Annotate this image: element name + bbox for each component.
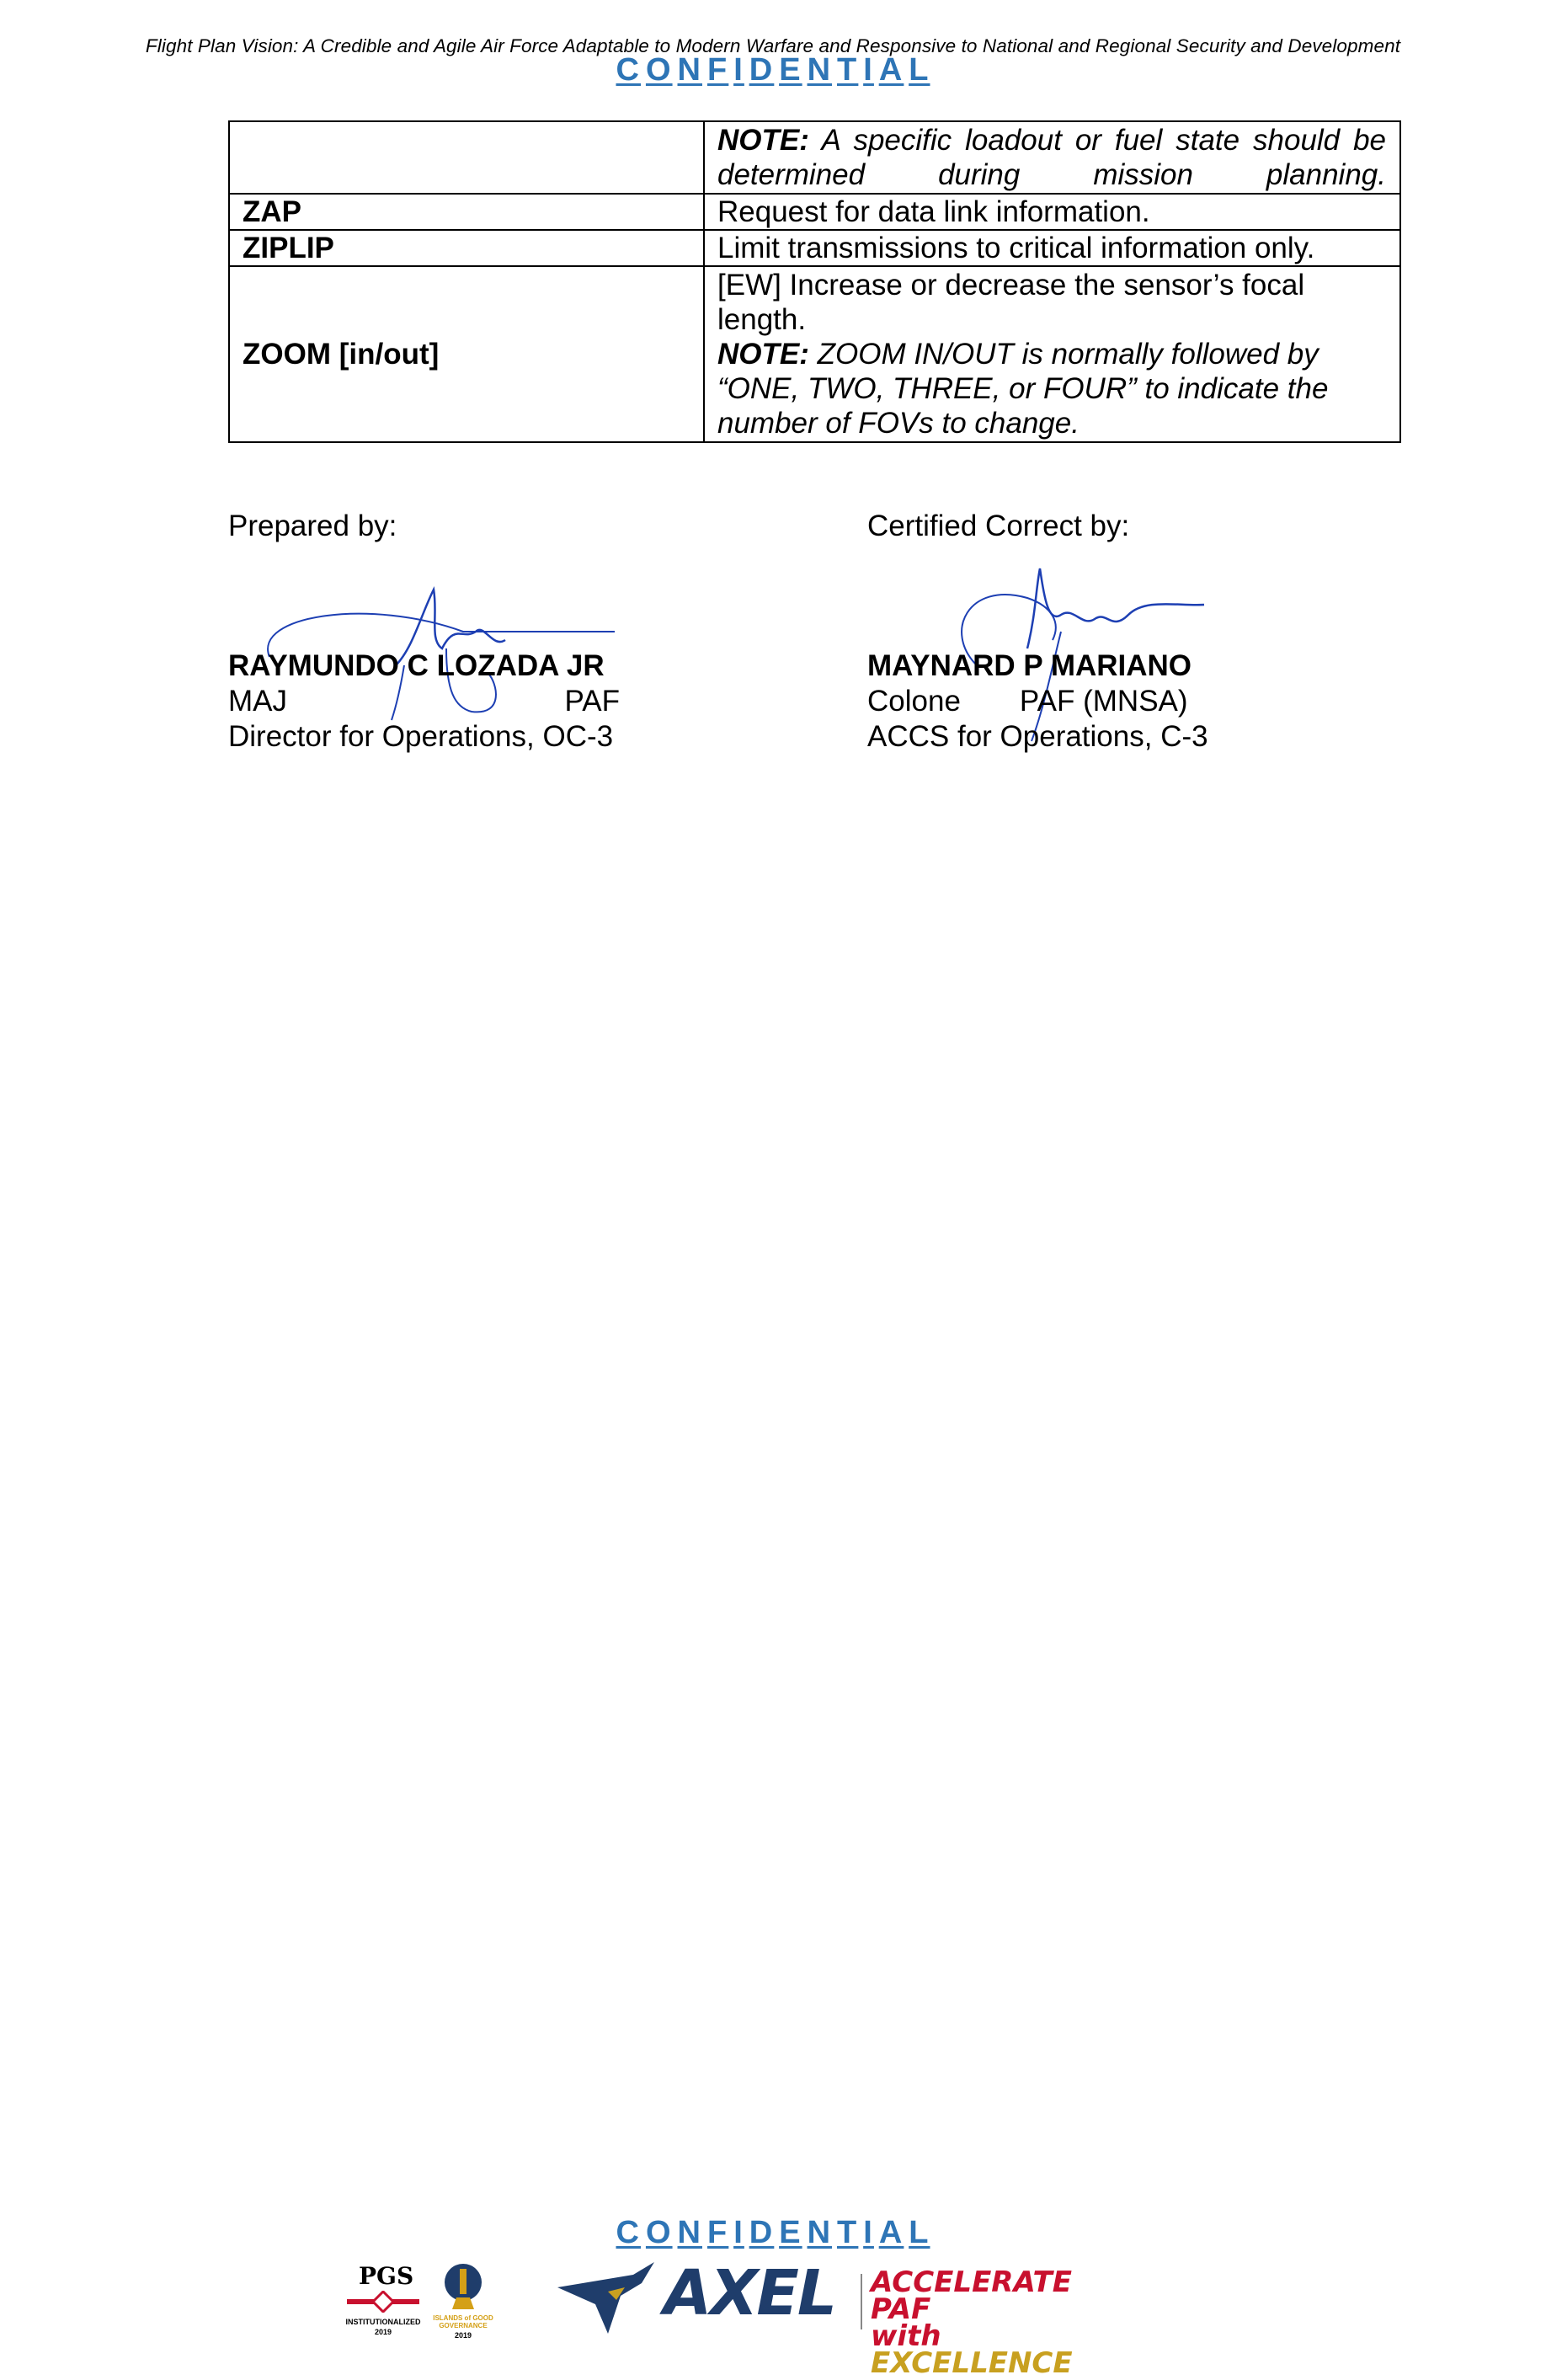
classification-letter: A: [878, 2215, 904, 2250]
signatory-service: PAF (MNSA): [1019, 685, 1188, 718]
classification-letter: C: [616, 52, 641, 88]
pgs-logo-text: PGS: [359, 2262, 414, 2290]
classification-letter: I: [733, 52, 744, 88]
islands-year: 2019: [454, 2331, 472, 2340]
note-text: ZOOM IN/OUT is normally followed by “ONE…: [717, 338, 1329, 440]
signatory-rank: Colone: [867, 685, 961, 718]
footer-logos: PGS INSTITUTIONALIZED 2019 ISLANDS of GO…: [328, 2257, 1137, 2377]
signatory-name: RAYMUNDO C LOZADA JR: [228, 649, 605, 682]
classification-marking-top: CONFIDENTIAL: [0, 52, 1546, 88]
classification-letter: T: [837, 2215, 859, 2250]
eagle-emblem-icon: [557, 2262, 654, 2334]
classification-letter: D: [749, 2215, 775, 2250]
classification-letter: A: [878, 52, 904, 88]
classification-letter: D: [749, 52, 775, 88]
prepared-by-label: Prepared by:: [228, 510, 397, 542]
definition-cell: NOTE: A specific loadout or fuel state s…: [703, 120, 1401, 195]
classification-letter: N: [677, 52, 702, 88]
certified-by-block: MAYNARD P MARIANO Colone PAF (MNSA) ACCS …: [867, 648, 1229, 755]
classification-letter: N: [677, 2215, 702, 2250]
table-row: ZAP Request for data link information.: [228, 193, 1401, 231]
signatory-rank: MAJ: [228, 685, 287, 718]
prepared-by-block: RAYMUNDO C LOZADA JR MAJ PAF Director fo…: [228, 648, 620, 755]
glossary-table: NOTE: A specific loadout or fuel state s…: [228, 120, 1401, 443]
classification-letter: O: [645, 2215, 673, 2250]
classification-letter: C: [616, 2215, 641, 2250]
note-label: NOTE:: [717, 338, 809, 371]
classification-letter: I: [863, 52, 874, 88]
signatory-service: PAF: [564, 685, 620, 718]
islands-good-governance-logo: ISLANDS of GOOD GOVERNANCE 2019: [429, 2260, 497, 2345]
table-row: ZIPLIP Limit transmissions to critical i…: [228, 229, 1401, 267]
pgs-caption: INSTITUTIONALIZED: [345, 2318, 421, 2326]
signatory-position: ACCS for Operations, C-3: [867, 720, 1208, 753]
definition-cell: Limit transmissions to critical informat…: [703, 229, 1401, 267]
classification-letter: E: [779, 52, 802, 88]
lighthouse-emblem-icon: [445, 2264, 482, 2309]
pgs-year: 2019: [374, 2328, 392, 2336]
definition-cell: [EW] Increase or decrease the sensor’s f…: [703, 265, 1401, 443]
classification-letter: E: [779, 2215, 802, 2250]
islands-caption: ISLANDS of GOOD GOVERNANCE: [433, 2314, 493, 2329]
rank-row: MAJ PAF: [228, 684, 620, 719]
certified-by-label: Certified Correct by:: [867, 510, 1130, 542]
logo-divider: [861, 2274, 862, 2329]
term-cell: ZAP: [228, 193, 705, 231]
classification-letter: F: [706, 52, 729, 88]
classification-letter: T: [837, 52, 859, 88]
term-cell: ZOOM [in/out]: [228, 265, 705, 443]
signatory-position: Director for Operations, OC-3: [228, 720, 614, 753]
table-row: ZOOM [in/out] [EW] Increase or decrease …: [228, 265, 1401, 443]
classification-letter: L: [909, 2215, 930, 2250]
classification-letter: L: [909, 52, 930, 88]
classification-marking-bottom: CONFIDENTIAL: [0, 2215, 1546, 2251]
tagline-line1: ACCELERATE PAF: [871, 2265, 1072, 2326]
classification-letter: I: [733, 2215, 744, 2250]
definition-cell: Request for data link information.: [703, 193, 1401, 231]
signatory-name: MAYNARD P MARIANO: [867, 649, 1192, 682]
classification-letter: N: [807, 2215, 833, 2250]
pgs-emblem-icon: [347, 2291, 419, 2313]
note-text: A specific loadout or fuel state should …: [717, 124, 1386, 191]
classification-letter: O: [645, 52, 673, 88]
tagline-excellence: EXCELLENCE: [871, 2346, 1073, 2380]
rank-row: Colone PAF (MNSA): [867, 684, 1229, 719]
axel-logo: AXEL: [664, 2257, 837, 2329]
classification-letter: F: [706, 2215, 729, 2250]
term-cell: ZIPLIP: [228, 229, 705, 267]
pgs-logo: PGS INSTITUTIONALIZED 2019: [345, 2262, 421, 2346]
note-label: NOTE:: [717, 124, 809, 157]
accelerate-tagline: ACCELERATE PAF with EXCELLENCE: [871, 2265, 1137, 2380]
term-cell: [228, 120, 705, 195]
table-row: NOTE: A specific loadout or fuel state s…: [228, 120, 1401, 195]
classification-letter: N: [807, 52, 833, 88]
definition-text: [EW] Increase or decrease the sensor’s f…: [717, 269, 1305, 336]
classification-letter: I: [863, 2215, 874, 2250]
